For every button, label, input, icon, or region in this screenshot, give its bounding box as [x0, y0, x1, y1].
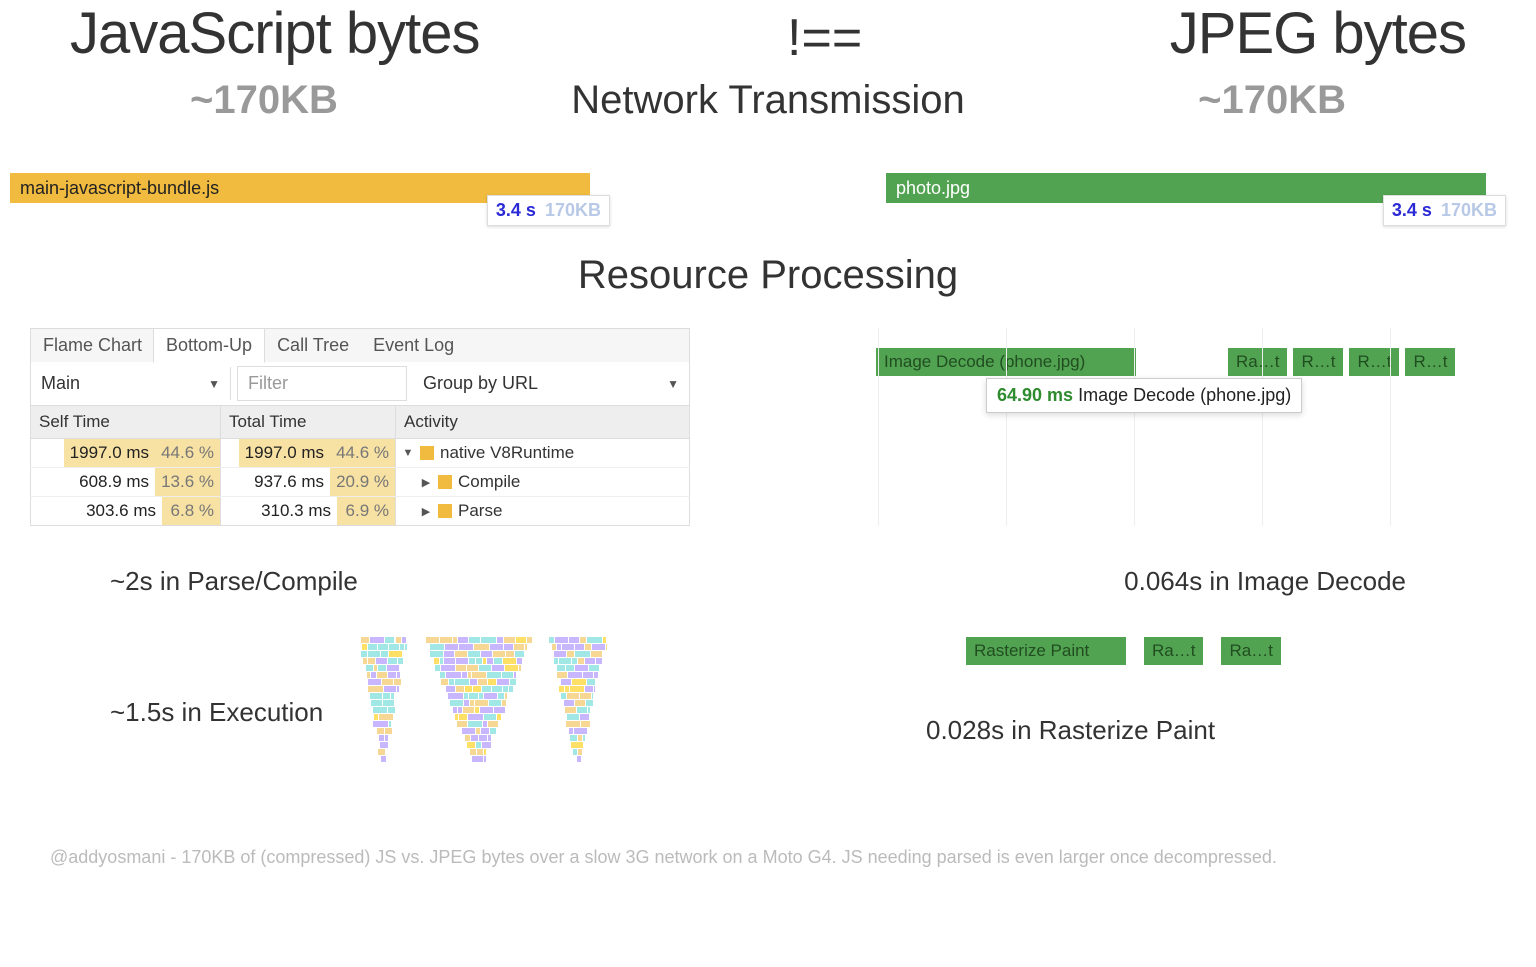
tab-event-log[interactable]: Event Log: [361, 329, 466, 362]
filter-input[interactable]: Filter: [237, 366, 407, 401]
jpg-time: 3.4 s: [1392, 200, 1432, 220]
tab-bottom-up[interactable]: Bottom-Up: [153, 328, 265, 363]
kb-right: ~170KB: [1198, 78, 1346, 123]
kb-left: ~170KB: [190, 78, 338, 123]
js-bundle-size: 170KB: [545, 200, 601, 220]
chevron-down-icon: ▼: [208, 377, 220, 391]
scripting-color-icon: [420, 446, 434, 460]
summary-image-decode: 0.064s in Image Decode: [1124, 566, 1406, 597]
heading-jpeg-bytes: JPEG bytes: [1170, 0, 1466, 67]
decode-tooltip: 64.90 ms Image Decode (phone.jpg): [986, 378, 1302, 413]
decode-tooltip-label: Image Decode (phone.jpg): [1078, 385, 1291, 405]
footer-credit: @addyosmani - 170KB of (compressed) JS v…: [10, 847, 1526, 888]
group-by-label: Group by URL: [423, 373, 538, 394]
expand-icon[interactable]: ▼: [402, 447, 414, 459]
expand-icon[interactable]: ▶: [420, 505, 432, 518]
decode-chip: R…t: [1349, 348, 1399, 376]
decode-tooltip-ms: 64.90 ms: [997, 385, 1073, 405]
table-row[interactable]: 608.9 ms13.6 % 937.6 ms20.9 % ▶Compile: [30, 468, 690, 497]
summary-raster-paint: 0.028s in Rasterize Paint: [926, 715, 1486, 746]
network-transmission-title: Network Transmission: [571, 78, 964, 123]
expand-icon[interactable]: ▶: [420, 476, 432, 489]
tab-flame-chart[interactable]: Flame Chart: [31, 329, 154, 362]
resource-processing-title: Resource Processing: [10, 253, 1526, 298]
tab-call-tree[interactable]: Call Tree: [265, 329, 361, 362]
flame-chart-thumbnail: [353, 637, 613, 787]
raster-chip: Ra…t: [1144, 637, 1203, 665]
decode-chip-main: Image Decode (phone.jpg): [876, 348, 1136, 376]
jpg-size: 170KB: [1441, 200, 1497, 220]
scripting-color-icon: [438, 475, 452, 489]
chevron-down-icon: ▼: [667, 377, 679, 391]
heading-not-equal: !==: [787, 0, 862, 68]
col-activity[interactable]: Activity: [396, 406, 689, 438]
image-decode-timeline: Image Decode (phone.jpg) Ra…t R…t R…t R……: [846, 328, 1486, 526]
group-by-select[interactable]: Group by URL ▼: [413, 367, 689, 400]
col-total-time[interactable]: Total Time: [221, 406, 396, 438]
table-row[interactable]: 1997.0 ms44.6 % 1997.0 ms44.6 % ▼native …: [30, 439, 690, 468]
raster-chip: Ra…t: [1221, 637, 1280, 665]
decode-chip: R…t: [1293, 348, 1343, 376]
table-row[interactable]: 303.6 ms6.8 % 310.3 ms6.9 % ▶Parse: [30, 497, 690, 526]
raster-chip-main: Rasterize Paint: [966, 637, 1126, 665]
thread-select[interactable]: Main ▼: [31, 367, 231, 400]
decode-chip: R…t: [1405, 348, 1455, 376]
jpg-badge: 3.4 s 170KB: [1383, 195, 1506, 226]
summary-parse-compile: ~2s in Parse/Compile: [110, 566, 358, 597]
js-bundle-time: 3.4 s: [496, 200, 536, 220]
devtools-panel: Flame Chart Bottom-Up Call Tree Event Lo…: [30, 328, 690, 526]
thread-select-label: Main: [41, 373, 80, 394]
col-self-time[interactable]: Self Time: [31, 406, 221, 438]
scripting-color-icon: [438, 504, 452, 518]
js-bundle-badge: 3.4 s 170KB: [487, 195, 610, 226]
decode-chip: Ra…t: [1228, 348, 1287, 376]
heading-js-bytes: JavaScript bytes: [70, 0, 480, 67]
summary-execution: ~1.5s in Execution: [110, 697, 323, 728]
